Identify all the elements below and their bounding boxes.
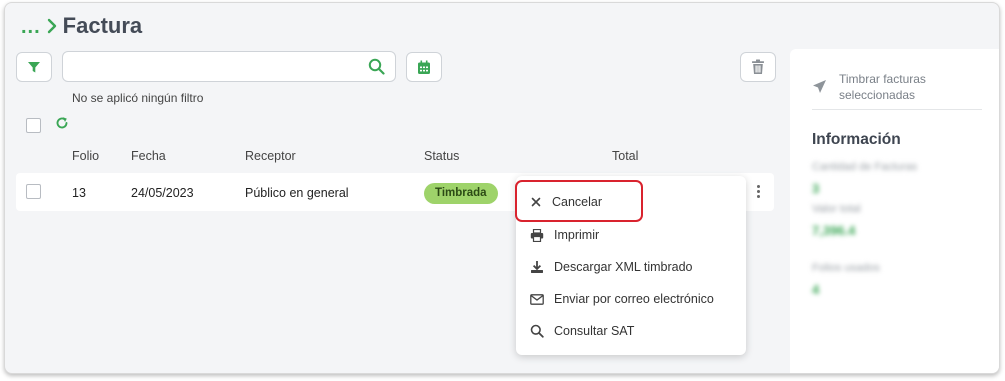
trash-icon <box>752 59 764 74</box>
valor-value: 7,396.4 <box>812 223 856 238</box>
column-header-status[interactable]: Status <box>424 149 459 163</box>
calendar-icon <box>418 60 430 74</box>
menu-item-label: Enviar por correo electrónico <box>554 292 714 306</box>
row-checkbox[interactable] <box>26 184 41 199</box>
cantidad-label: Cantidad de Facturas <box>812 161 918 173</box>
breadcrumb: ... Factura <box>21 13 142 39</box>
info-title: Información <box>812 131 901 148</box>
menu-item-label: Descargar XML timbrado <box>554 260 693 274</box>
menu-item-descargar-xml[interactable]: Descargar XML timbrado <box>530 256 692 278</box>
send-icon <box>813 80 826 93</box>
cantidad-value: 3 <box>812 181 820 196</box>
row-receptor: Público en general <box>245 186 349 200</box>
filter-status-text: No se aplicó ningún filtro <box>72 91 204 105</box>
select-all-checkbox[interactable] <box>26 118 41 133</box>
calendar-button[interactable] <box>406 52 442 82</box>
timbrar-label: Timbrar facturas seleccionadas <box>839 72 926 102</box>
search-icon[interactable] <box>368 58 385 80</box>
menu-item-label: Imprimir <box>554 228 600 242</box>
status-badge: Timbrada <box>424 183 498 204</box>
page-title: Factura <box>62 13 143 38</box>
envelope-icon <box>530 293 544 305</box>
filter-icon <box>28 62 40 73</box>
folios-value: 4 <box>812 282 820 297</box>
folios-label: Folios usados <box>812 262 880 274</box>
refresh-icon[interactable] <box>55 116 69 135</box>
menu-item-consultar-sat[interactable]: Consultar SAT <box>530 320 634 342</box>
highlight-annotation <box>515 180 643 222</box>
search-input[interactable] <box>63 52 353 81</box>
menu-item-enviar-correo[interactable]: Enviar por correo electrónico <box>530 288 714 310</box>
info-panel: Timbrar facturas seleccionadas Informaci… <box>790 49 999 373</box>
filter-button[interactable] <box>16 52 52 82</box>
download-icon <box>531 261 543 273</box>
column-header-fecha[interactable]: Fecha <box>131 149 166 163</box>
printer-icon <box>530 228 544 242</box>
search-box <box>62 51 396 82</box>
search-icon <box>530 324 544 338</box>
breadcrumb-ellipsis[interactable]: ... <box>21 16 41 39</box>
app-window: ... Factura No se aplicó ningún filtro F… <box>4 2 1000 374</box>
menu-item-label: Consultar SAT <box>554 324 635 338</box>
delete-button[interactable] <box>740 52 776 82</box>
row-actions-kebab-icon[interactable] <box>757 185 760 198</box>
panel-divider <box>812 109 982 110</box>
row-folio: 13 <box>72 186 86 200</box>
row-fecha: 24/05/2023 <box>131 186 194 200</box>
column-header-total[interactable]: Total <box>612 149 638 163</box>
timbrar-button[interactable]: Timbrar facturas seleccionadas <box>812 71 949 103</box>
menu-item-imprimir[interactable]: Imprimir <box>530 224 599 246</box>
column-header-folio[interactable]: Folio <box>72 149 99 163</box>
chevron-right-icon <box>47 18 57 39</box>
valor-label: Valor total <box>812 203 861 215</box>
column-header-receptor[interactable]: Receptor <box>245 149 296 163</box>
